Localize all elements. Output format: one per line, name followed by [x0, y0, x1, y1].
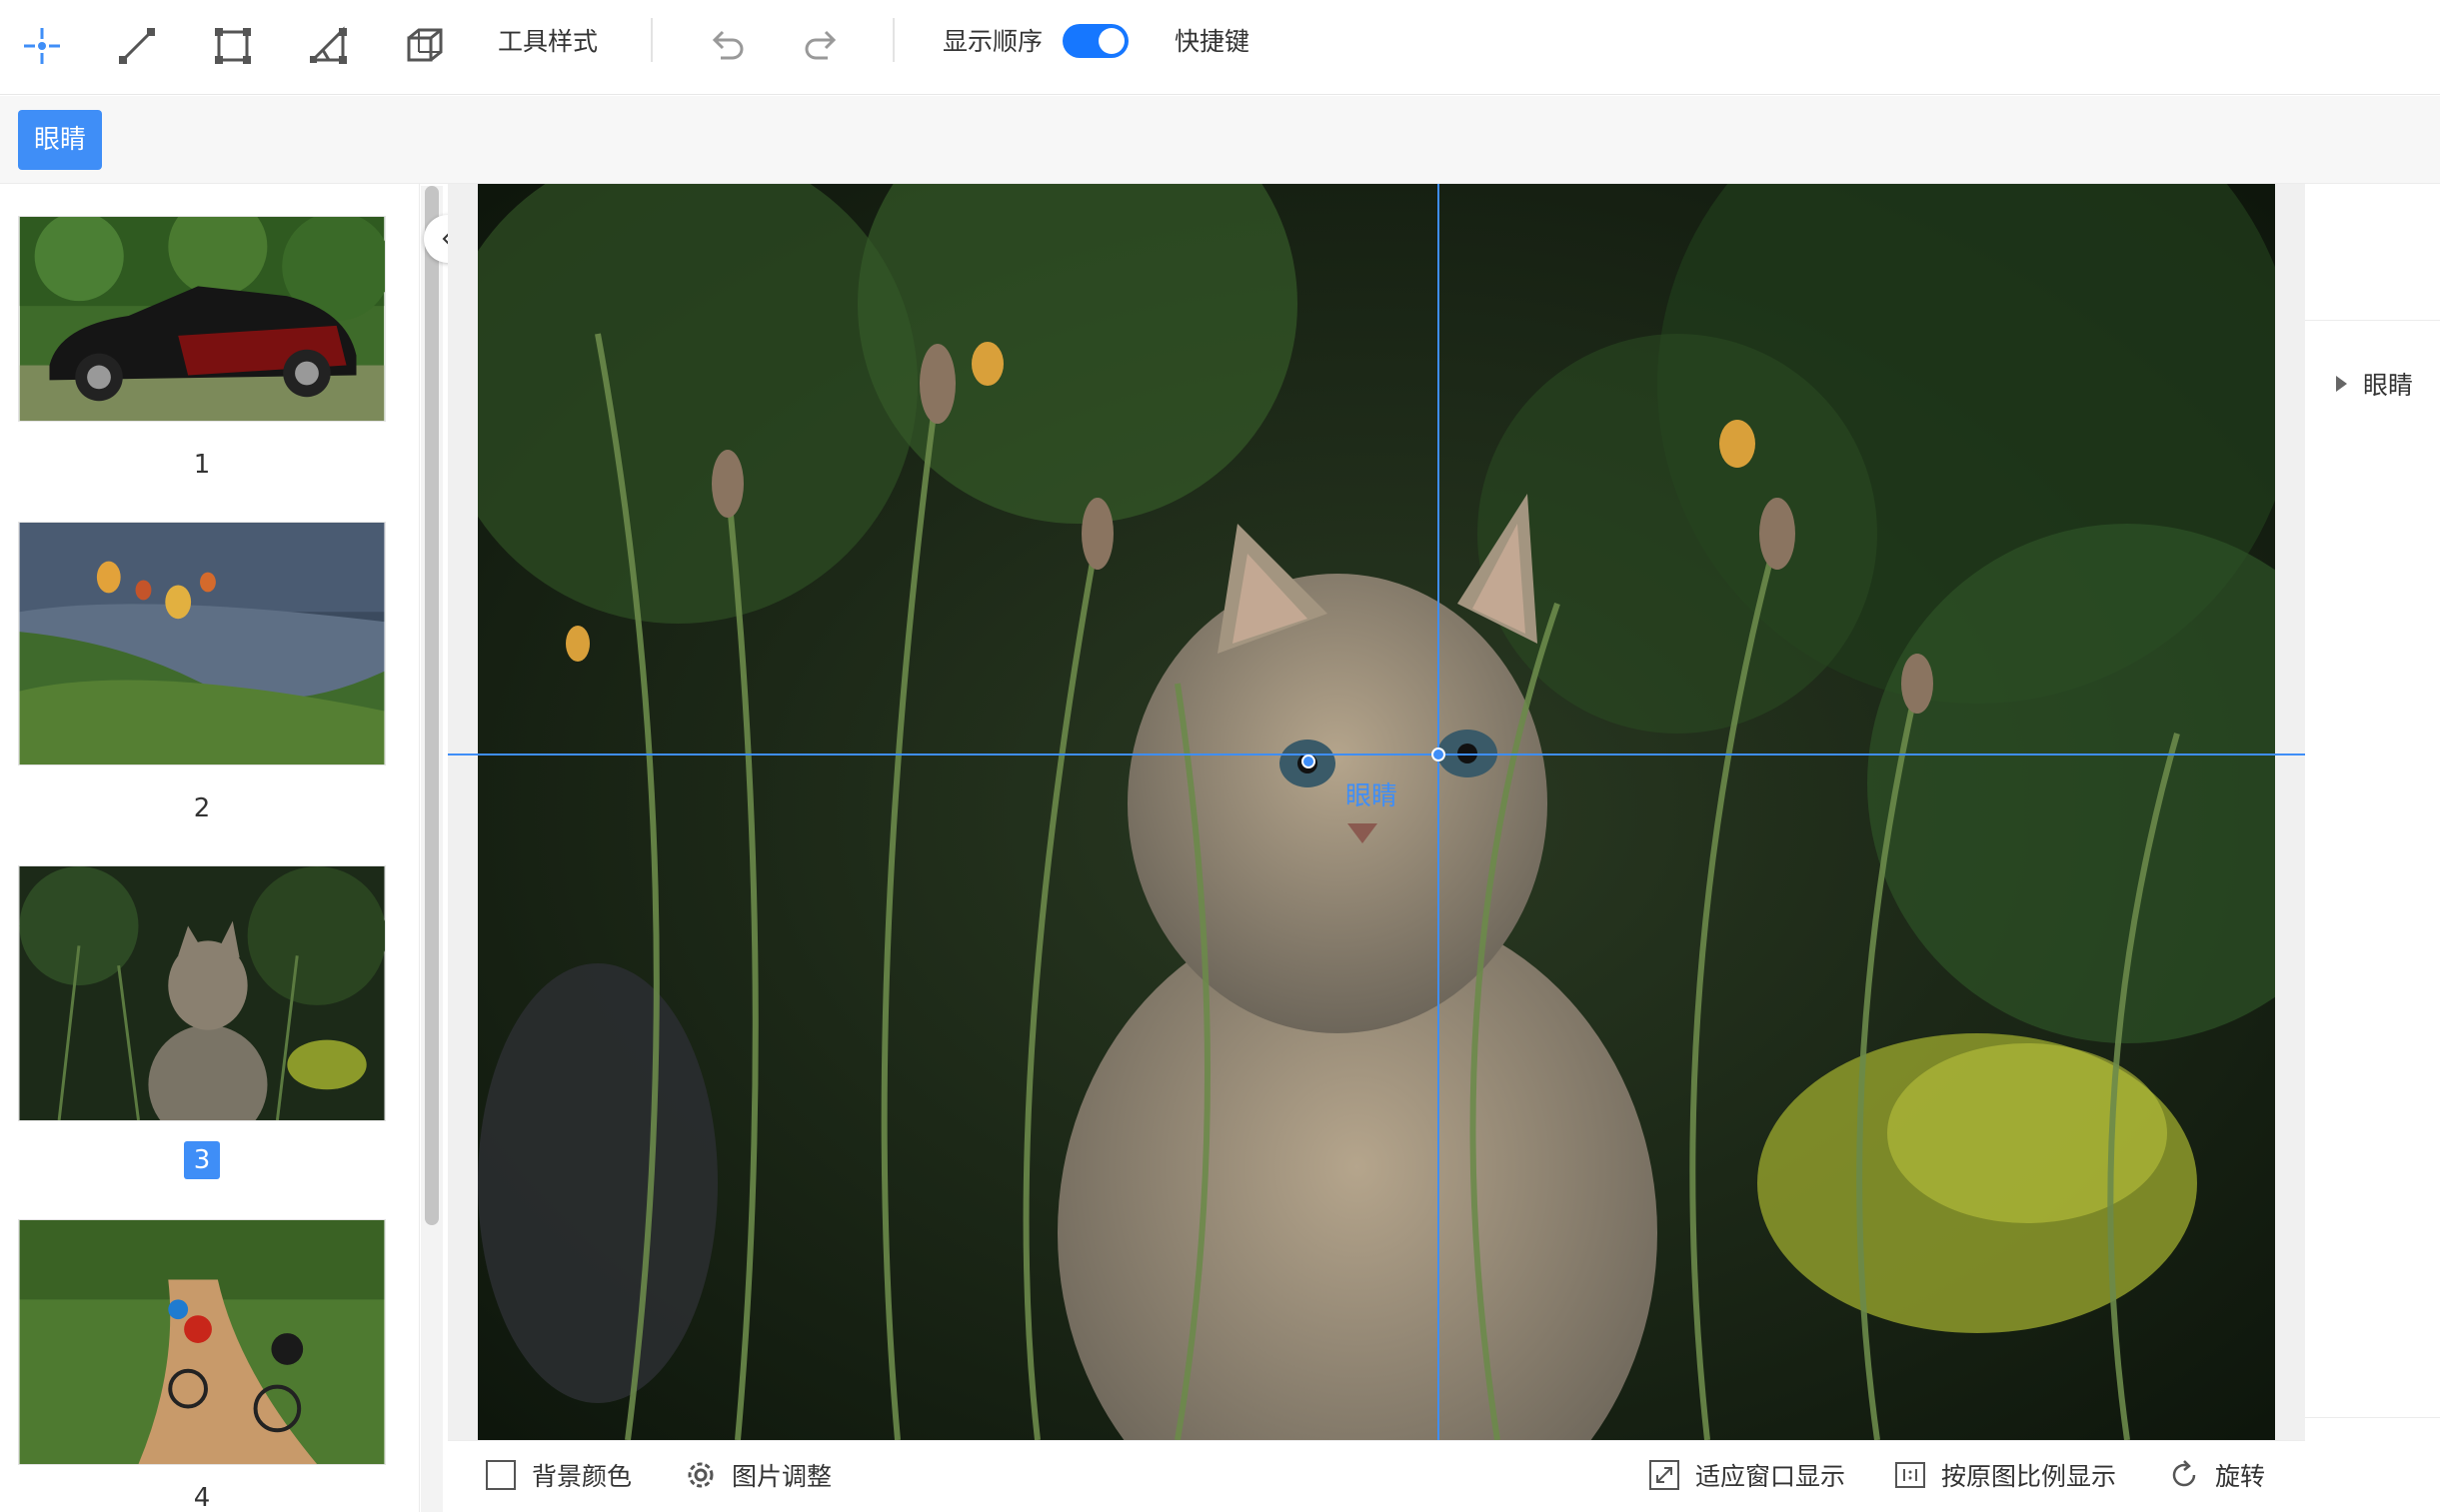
thumbnail-image-cyclists[interactable]	[18, 1219, 386, 1465]
annotation-point-label: 眼睛	[1345, 781, 1398, 811]
rotate-button[interactable]: 旋转	[2167, 1457, 2265, 1493]
redo-button[interactable]	[792, 16, 852, 76]
background-color-button[interactable]: 背景颜色	[484, 1457, 632, 1493]
rectangle-icon	[215, 28, 251, 64]
toolbar-divider	[651, 18, 653, 62]
image-adjust-label: 图片调整	[732, 1462, 833, 1491]
thumbnail-panel: 1 2 3 4	[0, 184, 420, 1512]
top-toolbar: 工具样式 显示顺序 快捷键	[0, 0, 2440, 95]
undo-button[interactable]	[697, 16, 757, 76]
tool-style-button[interactable]: 工具样式	[498, 22, 598, 58]
show-order-toggle[interactable]	[1063, 24, 1129, 58]
original-ratio-button[interactable]: 按原图比例显示	[1893, 1457, 2116, 1493]
canvas-bottom-bar: 背景颜色 图片调整 适应窗口显示 按原图比例显示 旋转	[448, 1440, 2305, 1512]
right-panel-divider	[2305, 1417, 2440, 1418]
line-tool-button[interactable]	[107, 16, 167, 76]
expand-icon	[1649, 1460, 1679, 1490]
redo-icon	[805, 30, 837, 60]
label-tag-button[interactable]: 眼睛	[18, 110, 103, 170]
annotation-point[interactable]	[1301, 755, 1315, 768]
cuboid-icon	[407, 28, 443, 62]
toggle-knob	[1099, 28, 1125, 54]
fit-window-button[interactable]: 适应窗口显示	[1647, 1457, 1845, 1493]
annotation-canvas[interactable]: 眼睛	[448, 184, 2305, 1440]
background-color-label: 背景颜色	[532, 1462, 633, 1491]
thumbnail-scrollbar-thumb[interactable]	[425, 186, 439, 1225]
original-ratio-label: 按原图比例显示	[1941, 1462, 2117, 1491]
crosshair-point-icon	[24, 28, 60, 64]
crosshair-horizontal-line	[448, 754, 2305, 756]
point-tool-button[interactable]	[12, 16, 72, 76]
image-adjust-button[interactable]: 图片调整	[684, 1457, 832, 1493]
one-to-one-icon	[1895, 1462, 1925, 1488]
thumbnail-image-car[interactable]	[18, 216, 386, 422]
thumbnail-item[interactable]	[18, 1219, 386, 1465]
crosshair-cursor-point	[1431, 748, 1445, 761]
color-swatch-icon	[486, 1460, 516, 1490]
fit-window-label: 适应窗口显示	[1695, 1462, 1846, 1491]
rotate-icon	[2172, 1460, 2196, 1487]
label-list-item-text: 眼睛	[2363, 371, 2414, 400]
polygon-icon	[310, 26, 347, 64]
line-icon	[119, 28, 155, 64]
thumbnail-number: 4	[193, 1483, 211, 1512]
thumbnail-image-kitten[interactable]	[18, 865, 386, 1121]
label-bar: 眼睛	[0, 96, 2440, 184]
caret-right-icon	[2336, 376, 2347, 392]
cuboid-tool-button[interactable]	[395, 16, 455, 76]
toolbar-divider	[893, 18, 895, 62]
thumbnail-item-active[interactable]	[18, 865, 386, 1121]
label-list-item[interactable]: 眼睛	[2336, 366, 2413, 402]
shortcut-button[interactable]: 快捷键	[1175, 22, 1249, 58]
show-order-label: 显示顺序	[943, 27, 1044, 56]
crosshair-vertical-line	[1437, 184, 1439, 1440]
thumbnail-number-active: 3	[18, 1141, 386, 1179]
rect-tool-button[interactable]	[203, 16, 263, 76]
thumbnail-number: 2	[193, 793, 211, 823]
undo-icon	[712, 30, 744, 60]
thumbnail-number: 1	[193, 450, 211, 480]
thumbnail-item[interactable]	[18, 216, 386, 422]
thumbnail-image-balloons[interactable]	[18, 522, 386, 765]
right-panel-divider	[2305, 320, 2440, 321]
polygon-tool-button[interactable]	[299, 16, 359, 76]
thumbnail-item[interactable]	[18, 522, 386, 765]
gear-icon	[688, 1462, 714, 1488]
rotate-label: 旋转	[2215, 1462, 2266, 1491]
